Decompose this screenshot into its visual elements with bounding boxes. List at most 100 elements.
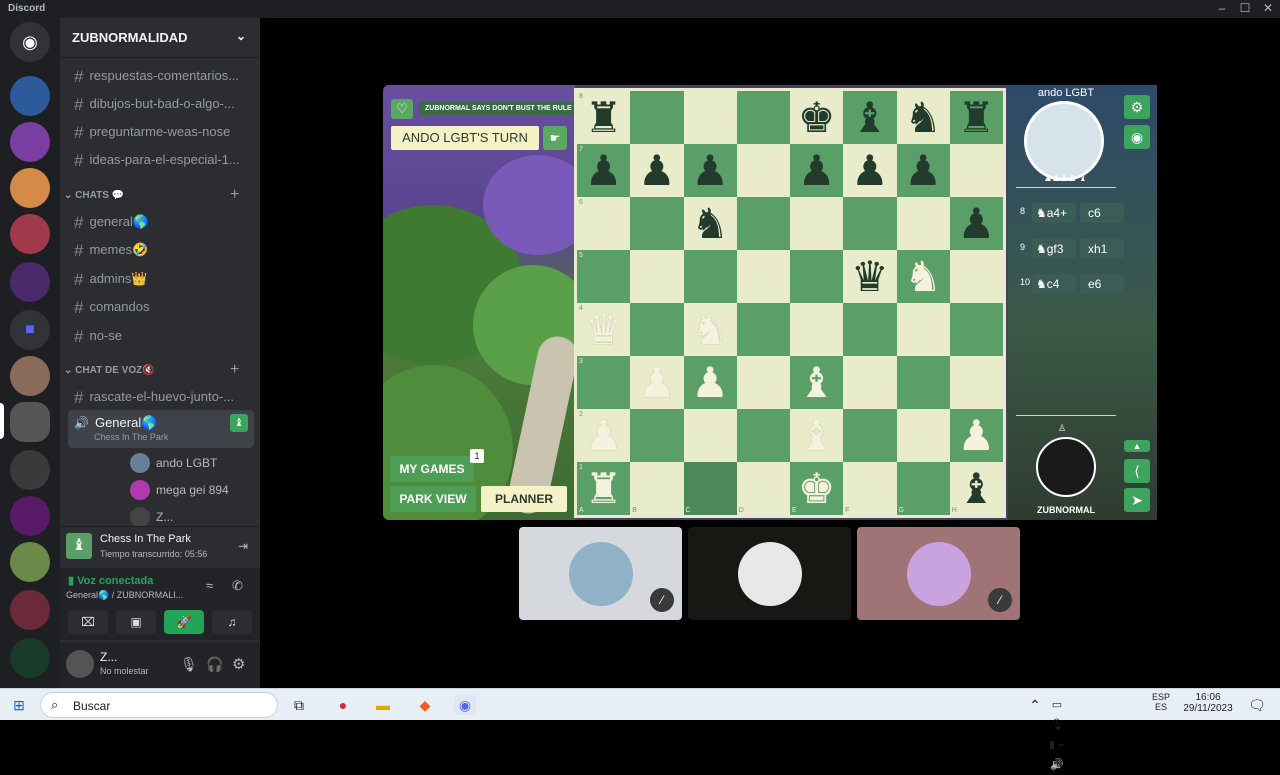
board-square[interactable] [683,409,737,462]
board-square[interactable]: 1 A ♜ [577,462,631,515]
board-square[interactable]: ♞ [896,250,950,303]
black-king-icon[interactable]: ♚ [790,91,843,144]
channel-item[interactable]: # comandos [68,291,254,317]
board-square[interactable]: ♝ [790,409,844,462]
board-square[interactable] [843,356,897,409]
server-icon[interactable] [10,638,50,678]
server-icon[interactable] [10,76,50,116]
board-square[interactable]: ♛ [843,250,897,303]
board-square[interactable] [736,197,790,250]
server-icon[interactable] [10,496,50,536]
folder-icon[interactable]: ■ [10,310,50,350]
black-knight-icon[interactable]: ♞ [684,197,737,250]
black-pawn-icon[interactable]: ♟ [790,144,843,197]
board-square[interactable]: 5 [577,250,631,303]
clock[interactable]: 16:06 29/11/2023 [1180,692,1236,714]
gear-icon[interactable]: ⚙ [232,655,245,673]
board-square[interactable] [630,250,684,303]
server-icon[interactable] [10,542,50,582]
black-pawn-icon[interactable]: ♟ [684,144,737,197]
server-icon[interactable] [10,214,50,254]
discord-home-icon[interactable]: ◉ [10,22,50,62]
black-queen-icon[interactable]: ♛ [843,250,896,303]
leave-activity-icon[interactable]: ⇥ [238,539,248,553]
black-bishop-icon[interactable]: ♝ [950,462,1003,515]
board-square[interactable]: ♟ [683,144,737,197]
white-king-icon[interactable]: ♚ [790,462,843,515]
search-box[interactable]: ⌕ Buscar [40,692,278,718]
board-square[interactable] [736,356,790,409]
participant-tile[interactable]: ⁄ [857,527,1020,620]
white-pawn-icon[interactable]: ♟ [577,409,630,462]
channel-item[interactable]: # memes🤣 [68,234,254,260]
channel-item[interactable]: # general🌎 [68,206,254,232]
server-header[interactable]: ZUBNORMALIDAD ⌄ [60,18,260,58]
board-square[interactable]: ♞ [683,197,737,250]
windows-start-icon[interactable]: ⊞ [8,695,30,715]
file-explorer-icon[interactable]: ▬ [372,695,394,715]
server-icon[interactable] [10,356,50,396]
board-square[interactable] [843,303,897,356]
share-icon[interactable]: ⟨ [1124,459,1150,483]
board-square[interactable] [790,250,844,303]
board-square[interactable] [949,356,1003,409]
voice-channel-item[interactable]: # rascate-el-huevo-junto-... [68,381,254,407]
board-square[interactable]: ♟ [949,409,1003,462]
board-square[interactable] [896,356,950,409]
board-square[interactable] [949,303,1003,356]
planner-button[interactable]: PLANNER [481,486,567,512]
board-square[interactable] [896,197,950,250]
white-queen-icon[interactable]: ♛ [577,303,630,356]
server-icon[interactable] [10,402,50,442]
black-move[interactable]: e6 [1080,274,1124,294]
board-square[interactable]: F [843,462,897,515]
category-chats[interactable]: ⌄ CHATS 💬 + [64,186,239,203]
server-icon[interactable] [10,122,50,162]
task-view-icon[interactable]: ⧉ [288,695,310,715]
black-bishop-icon[interactable]: ♝ [843,91,896,144]
board-square[interactable] [683,91,737,144]
board-square[interactable] [630,197,684,250]
language-indicator[interactable]: ESP ES [1152,692,1170,712]
board-square[interactable] [736,409,790,462]
board-square[interactable]: G [896,462,950,515]
white-knight-icon[interactable]: ♞ [897,250,950,303]
app-icon[interactable]: ● [332,695,354,715]
close-icon[interactable]: ✕ [1256,1,1280,15]
collapse-up-icon[interactable]: ▲ [1124,440,1150,452]
server-icon[interactable] [10,262,50,302]
black-pawn-icon[interactable]: ♟ [630,144,683,197]
black-rook-icon[interactable]: ♜ [950,91,1003,144]
board-square[interactable] [630,409,684,462]
board-square[interactable]: ♟ [896,144,950,197]
participant-tile[interactable] [688,527,851,620]
send-icon[interactable]: ➤ [1124,488,1150,512]
white-knight-icon[interactable]: ♞ [684,303,737,356]
park-view-button[interactable]: PARK VIEW [390,486,476,512]
black-move[interactable]: c6 [1080,203,1124,223]
board-square[interactable] [736,91,790,144]
camera-button[interactable]: ⌧ [68,610,108,634]
activity-button[interactable]: 🚀 [164,610,204,634]
board-square[interactable] [736,250,790,303]
heart-icon[interactable]: ♡ [391,99,413,119]
board-square[interactable]: C [683,462,737,515]
board-square[interactable]: ♝ [790,356,844,409]
add-channel-icon[interactable]: + [230,186,239,204]
chevron-up-icon[interactable]: ⌃ [1024,695,1046,715]
board-square[interactable]: 7 ♟ [577,144,631,197]
board-square[interactable]: 2 ♟ [577,409,631,462]
white-pawn-icon[interactable]: ♟ [684,356,737,409]
board-square[interactable] [949,144,1003,197]
board-square[interactable]: ♜ [949,91,1003,144]
channel-item[interactable]: # no-se [68,320,254,346]
eye-icon[interactable]: ◉ [1124,125,1150,149]
board-square[interactable]: ♟ [790,144,844,197]
black-rook-icon[interactable]: ♜ [577,91,630,144]
board-square[interactable]: ♚ [790,91,844,144]
black-knight-icon[interactable]: ♞ [897,91,950,144]
board-square[interactable]: ♞ [896,91,950,144]
board-square[interactable] [683,250,737,303]
board-square[interactable] [896,303,950,356]
activity-panel[interactable]: ♝ Chess In The Park Tiempo transcurrido:… [60,526,260,566]
